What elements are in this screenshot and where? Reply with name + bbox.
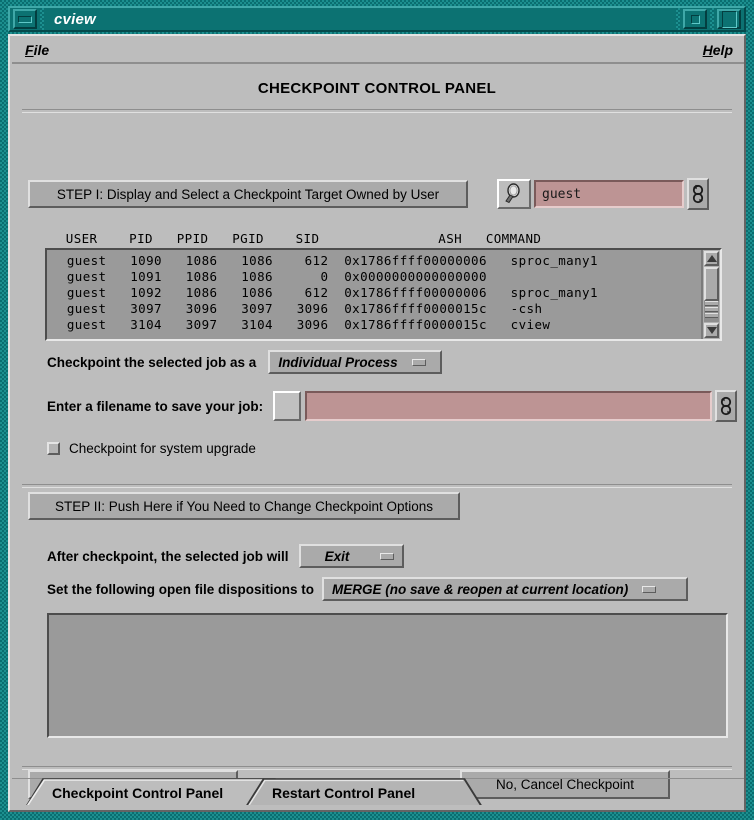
menu-help-rest: elp [712,42,733,58]
job-type-selected: Individual Process [278,354,398,370]
tab-restart-label: Restart Control Panel [272,785,416,801]
tabbar-baseline [12,805,744,808]
tab-restart-control-panel[interactable]: Restart Control Panel [246,778,482,808]
window-title: cview [54,10,96,28]
window-menu-icon [690,14,700,24]
scrollbar-grip [704,300,719,319]
step2-button-label: STEP II: Push Here if You Need to Change… [55,498,433,514]
filename-label: Enter a filename to save your job: [47,398,264,414]
scrollbar-track[interactable] [704,267,719,322]
job-type-label: Checkpoint the selected job as a [47,354,257,370]
file-disposition-row: Set the following open file dispositions… [47,577,688,601]
filename-row: Enter a filename to save your job: [47,390,737,422]
upgrade-checkbox[interactable] [47,442,60,455]
tab-bar: Checkpoint Control Panel Restart Control… [12,774,744,808]
process-list-scrollbar[interactable] [701,250,720,339]
client-area: File Help CHECKPOINT CONTROL PANEL STEP … [8,34,746,812]
application-window: cview File Help CHECKPOINT CONTROL PANEL [0,0,754,820]
maximize-icon [721,10,737,28]
open-files-list[interactable] [47,613,728,738]
user-name-field[interactable]: guest [534,180,684,208]
swap-arrows-icon [692,184,704,204]
separator-top [22,109,732,113]
scroll-up-arrow-icon[interactable] [704,251,719,266]
upgrade-checkbox-row[interactable]: Checkpoint for system upgrade [47,441,256,456]
after-checkpoint-selected: Exit [324,548,350,564]
swap-arrows-icon [720,396,732,416]
chevron-down-icon [411,358,426,366]
menu-file-rest: ile [33,42,50,58]
menu-help[interactable]: Help [700,41,736,59]
user-history-button[interactable] [687,178,709,210]
upgrade-checkbox-label: Checkpoint for system upgrade [69,441,256,456]
chevron-down-icon [379,552,394,560]
tab-checkpoint-label: Checkpoint Control Panel [52,785,224,801]
filename-field[interactable] [305,391,712,421]
menubar: File Help [12,38,744,64]
minimize-icon [18,15,32,23]
process-table-header: USER PID PPID PGID SID ASH COMMAND [42,231,542,246]
step1-button[interactable]: STEP I: Display and Select a Checkpoint … [28,180,468,208]
maximize-button[interactable] [717,9,741,29]
job-type-dropdown[interactable]: Individual Process [268,350,443,374]
titlebar-divider [676,8,680,30]
minimize-button[interactable] [13,9,37,29]
scroll-down-arrow-icon[interactable] [704,323,719,338]
user-selector-row: guest [497,178,709,210]
window-titlebar: cview [8,6,746,32]
step1-button-label: STEP I: Display and Select a Checkpoint … [56,186,440,202]
process-list[interactable]: guest 1090 1086 1086 612 0x1786ffff00000… [45,248,722,341]
file-disposition-dropdown[interactable]: MERGE (no save & reopen at current locat… [322,577,688,601]
checkpoint-panel: CHECKPOINT CONTROL PANEL STEP I: Display… [12,68,744,808]
file-disposition-selected: MERGE (no save & reopen at current locat… [332,581,629,597]
filename-history-button[interactable] [715,390,737,422]
after-checkpoint-row: After checkpoint, the selected job will … [47,544,404,568]
process-list-rows[interactable]: guest 1090 1086 1086 612 0x1786ffff00000… [47,250,701,339]
window-menu-button[interactable] [683,9,707,29]
after-checkpoint-dropdown[interactable]: Exit [298,544,404,568]
job-type-row: Checkpoint the selected job as a Individ… [47,350,443,374]
scrollbar-thumb[interactable] [704,267,719,302]
magnifier-icon [505,183,520,204]
magnifier-icon-button[interactable] [497,179,531,209]
menu-file[interactable]: File [22,41,52,59]
file-browse-button[interactable] [273,391,302,421]
titlebar-divider [710,8,714,30]
after-checkpoint-label: After checkpoint, the selected job will [47,548,289,564]
chevron-down-icon [642,585,657,593]
separator-middle [22,484,732,488]
step2-button[interactable]: STEP II: Push Here if You Need to Change… [28,492,460,520]
page-title: CHECKPOINT CONTROL PANEL [257,80,497,97]
file-disposition-label: Set the following open file dispositions… [47,581,314,597]
